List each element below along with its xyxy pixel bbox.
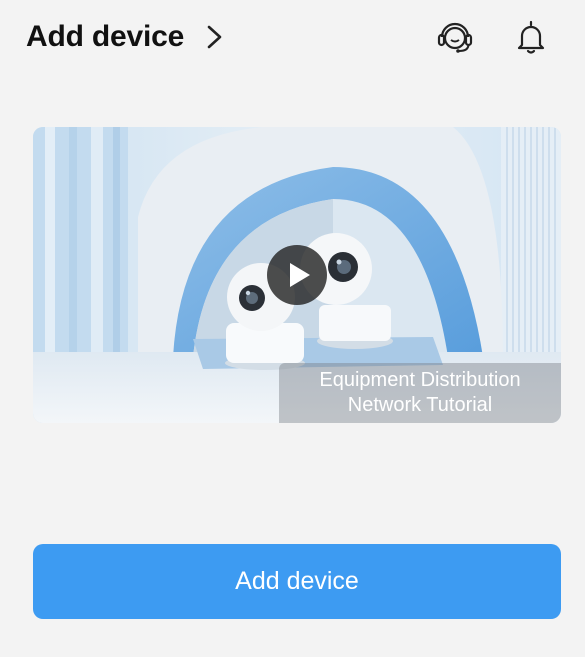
customer-service-button[interactable] <box>434 16 476 58</box>
tutorial-video-card[interactable]: Equipment Distribution Network Tutorial <box>33 127 561 423</box>
add-device-screen: Add device Equipment Distribution Networ… <box>0 0 585 657</box>
page-title: Add device <box>26 20 185 53</box>
add-device-button[interactable]: Add device <box>33 544 561 619</box>
bell-icon <box>517 20 545 54</box>
play-icon <box>289 263 310 287</box>
play-video-button[interactable] <box>267 245 327 305</box>
customer-service-headset-icon <box>437 22 473 53</box>
notifications-button[interactable] <box>510 16 552 58</box>
add-device-title-link[interactable]: Add device <box>26 14 224 60</box>
caption-line-1: Equipment Distribution <box>319 369 521 391</box>
chevron-right-icon <box>207 25 222 49</box>
tutorial-caption: Equipment Distribution Network Tutorial <box>279 363 561 423</box>
header: Add device <box>0 0 585 76</box>
caption-line-2: Network Tutorial <box>347 394 493 416</box>
